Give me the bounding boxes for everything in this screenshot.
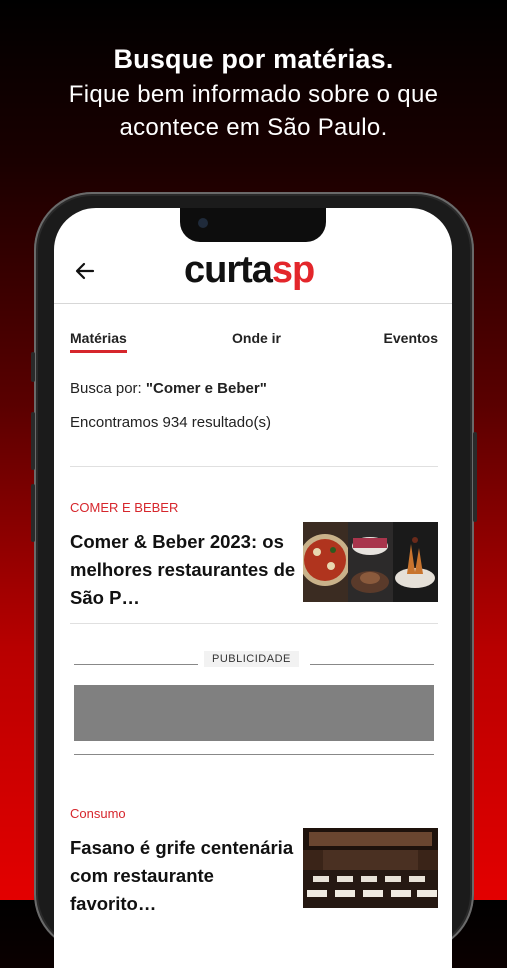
phone-volume-down [31,484,35,542]
phone-frame: curtasp Matérias Onde ir Eventos Busca p… [31,192,477,968]
phone-power-button [473,432,477,522]
phone-volume-up [31,412,35,470]
results-count: Encontramos 934 resultado(s) [70,414,271,431]
ad-line-right [310,664,434,665]
promo-subline-2: acontece em São Paulo. [119,114,388,141]
logo-sp: sp [271,249,315,291]
ad-label: PUBLICIDADE [204,651,299,667]
arrow-left-icon[interactable] [74,260,96,282]
tab-onde-ir[interactable]: Onde ir [232,330,281,346]
promo-subline-1: Fique bem informado sobre o que [68,81,439,108]
divider [70,466,438,467]
content-tabs: Matérias Onde ir Eventos [70,330,438,354]
ad-banner[interactable] [74,685,434,741]
promo-header: Busque por matérias. Fique bem informado… [0,42,507,144]
search-prefix: Busca por: [70,380,146,397]
ad-line-bottom [74,754,434,755]
app-header: curtasp [54,208,452,304]
promo-headline: Busque por matérias. [113,44,394,74]
article-category[interactable]: COMER E BEBER [70,500,438,515]
article-card[interactable]: COMER E BEBER Comer & Beber 2023: os mel… [70,500,438,610]
article-title[interactable]: Comer & Beber 2023: os melhores restaura… [70,528,296,612]
divider [70,623,438,624]
curtasp-logo[interactable]: curtasp [184,248,315,292]
tab-materias[interactable]: Matérias [70,330,127,353]
search-query-line: Busca por: "Comer e Beber" [70,380,267,397]
ad-line-left [74,664,198,665]
phone-mute-switch [31,352,35,382]
tab-eventos[interactable]: Eventos [384,330,438,346]
article-thumbnail[interactable] [303,828,438,908]
app-screen: curtasp Matérias Onde ir Eventos Busca p… [54,208,452,968]
search-query: "Comer e Beber" [145,380,267,397]
article-title[interactable]: Fasano é grife centenária com restaurant… [70,834,296,918]
article-thumbnail[interactable] [303,522,438,602]
logo-curta: curta [184,249,273,291]
article-category[interactable]: Consumo [70,806,438,821]
